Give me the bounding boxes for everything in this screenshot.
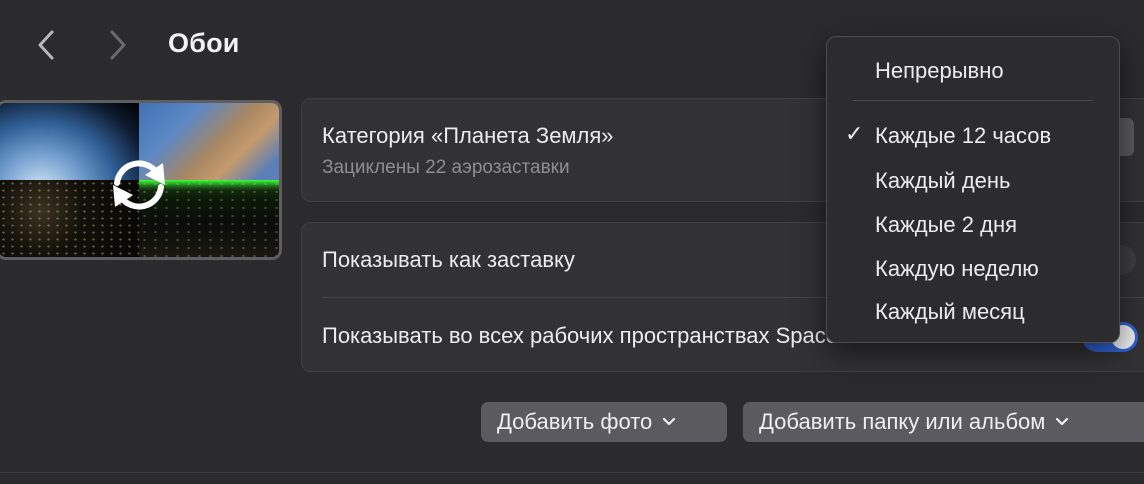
add-photo-button[interactable]: Добавить фото — [481, 402, 727, 442]
chevron-left-icon — [38, 30, 54, 60]
menu-item-every-12-hours[interactable]: Каждые 12 часов — [875, 123, 1051, 149]
forward-button[interactable] — [102, 28, 134, 62]
wallpaper-preview[interactable] — [0, 100, 282, 260]
interval-menu: Непрерывно ✓ Каждые 12 часов Каждый день… — [826, 36, 1120, 343]
back-button[interactable] — [30, 28, 62, 62]
category-title: Категория «Планета Земля» — [322, 123, 614, 148]
menu-separator — [853, 100, 1093, 101]
category-subtitle: Зациклены 22 аэрозаставки — [322, 157, 570, 178]
add-photo-label: Добавить фото — [497, 409, 653, 434]
menu-item-every-month[interactable]: Каждый месяц — [875, 299, 1025, 325]
chevron-down-icon — [1055, 417, 1069, 427]
menu-item-every-week[interactable]: Каждую неделю — [875, 256, 1039, 282]
chevron-down-icon — [662, 417, 676, 427]
checkmark-icon: ✓ — [845, 121, 864, 146]
chevron-right-icon — [110, 30, 126, 60]
menu-item-continuous[interactable]: Непрерывно — [875, 58, 1004, 84]
rotate-arrows-icon — [113, 160, 165, 210]
menu-item-every-day[interactable]: Каждый день — [875, 168, 1011, 194]
show-as-screensaver-label: Показывать как заставку — [322, 247, 575, 272]
bottom-divider — [0, 472, 1144, 473]
menu-item-every-2-days[interactable]: Каждые 2 дня — [875, 212, 1017, 238]
add-folder-label: Добавить папку или альбом — [759, 409, 1046, 434]
page-title: Обои — [168, 28, 240, 58]
show-all-spaces-label: Показывать во всех рабочих пространствах… — [322, 323, 849, 348]
add-folder-button[interactable]: Добавить папку или альбом — [743, 402, 1144, 442]
wallpaper-settings-window: Обои Категория «Планета Земля» Зациклены… — [0, 0, 1144, 484]
